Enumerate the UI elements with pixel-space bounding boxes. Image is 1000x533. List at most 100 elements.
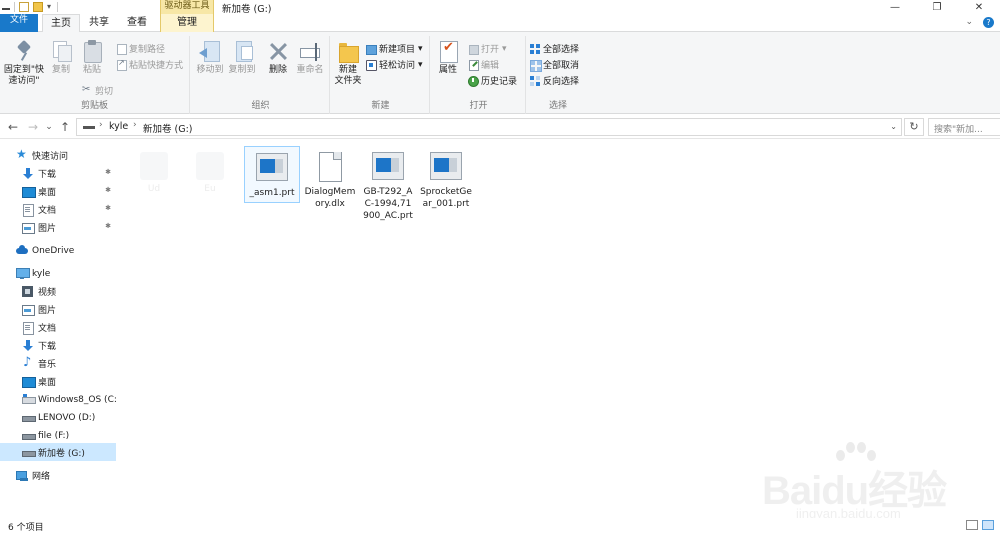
expand-ribbon-icon[interactable]: ⌄ — [965, 17, 973, 28]
forward-button[interactable]: → — [26, 119, 40, 135]
contextual-tab-group: 驱动器工具 — [160, 0, 214, 14]
nav-network[interactable]: 网络 — [0, 467, 116, 484]
search-input[interactable]: 搜索"新加... — [928, 118, 1000, 136]
breadcrumb-drive[interactable]: 新加卷 (G:) — [143, 121, 193, 135]
nav-documents[interactable]: 文档 — [0, 319, 116, 336]
nav-drive-c[interactable]: Windows8_OS (C:) — [0, 391, 120, 408]
easy-access-label: 轻松访问 — [379, 61, 416, 71]
drive-icon — [83, 126, 95, 129]
details-view-icon[interactable] — [966, 520, 978, 530]
up-button[interactable]: ↑ — [58, 119, 72, 135]
customize-toolbar-icon[interactable]: ▾ — [47, 2, 53, 12]
back-button[interactable]: ← — [6, 119, 20, 135]
pictures-icon — [22, 304, 35, 316]
paste-button[interactable]: 粘贴 — [78, 38, 106, 76]
nav-drive-f[interactable]: file (F:) — [0, 427, 116, 444]
history-button[interactable]: 历史记录 — [468, 74, 517, 87]
pin-to-quick-access-button[interactable]: 固定到"快速访问" — [2, 38, 46, 87]
select-none-button[interactable]: 全部取消 — [530, 58, 579, 72]
prt-file-icon — [256, 153, 288, 183]
file-item[interactable]: _asm1.prt — [244, 146, 300, 203]
nav-drive-d[interactable]: LENOVO (D:) — [0, 409, 116, 426]
tab-home[interactable]: 主页 — [42, 14, 80, 33]
nav-quick-desktop[interactable]: 桌面 ✱ — [0, 183, 116, 200]
pin-icon[interactable]: ✱ — [105, 222, 111, 230]
breadcrumb-separator: › — [99, 120, 103, 130]
tab-share[interactable]: 共享 — [82, 14, 116, 32]
copy-path-button[interactable]: 复制路径 — [116, 42, 165, 55]
nav-quick-pictures[interactable]: 图片 ✱ — [0, 219, 116, 236]
pin-icon[interactable]: ✱ — [105, 186, 111, 194]
nav-music[interactable]: 音乐 — [0, 355, 116, 372]
edit-button[interactable]: 编辑 — [468, 58, 499, 71]
pin-icon[interactable]: ✱ — [105, 204, 111, 212]
file-item[interactable]: SprocketGear_001.prt — [418, 146, 474, 213]
file-item[interactable]: GB-T292_AC-1994,71900_AC.prt — [360, 146, 416, 225]
refresh-button[interactable]: ↻ — [904, 118, 924, 136]
help-icon[interactable]: ? — [983, 17, 994, 28]
invert-selection-button[interactable]: 反向选择 — [530, 74, 579, 87]
open-button[interactable]: 打开 ▾ — [468, 42, 507, 55]
onedrive-cloud-icon — [16, 245, 28, 256]
organize-group: 移动到 复制到 删除 重命名 组织 — [192, 36, 330, 114]
new-item-button[interactable]: 新建项目 ▾ — [366, 42, 423, 55]
new-folder-button[interactable]: 新建 文件夹 — [334, 38, 362, 87]
address-bar[interactable]: › kyle › 新加卷 (G:) ⌄ — [76, 118, 902, 136]
breadcrumb-user[interactable]: kyle — [109, 121, 128, 132]
ribbon-tabs: 文件 主页 共享 查看 管理 ⌄ ? — [0, 14, 1000, 33]
open-group: 属性 打开 ▾ 编辑 历史记录 打开 — [432, 36, 526, 114]
select-all-button[interactable]: 全部选择 — [530, 42, 579, 55]
music-icon — [22, 355, 34, 370]
nav-pictures[interactable]: 图片 — [0, 301, 116, 318]
nav-desktop[interactable]: 桌面 — [0, 373, 116, 390]
pin-icon — [13, 40, 35, 62]
close-button[interactable]: ✕ — [958, 0, 1000, 14]
paste-icon — [81, 40, 103, 63]
star-icon — [16, 147, 28, 161]
recent-locations-button[interactable]: ⌄ — [42, 119, 56, 135]
invert-selection-icon — [530, 75, 540, 86]
minimize-button[interactable]: — — [874, 0, 916, 14]
maximize-button[interactable]: ❐ — [916, 0, 958, 14]
clipboard-group: 固定到"快速访问" 复制 粘贴 复制路径 粘贴快捷方式 剪切 剪贴板 — [0, 36, 190, 114]
nav-this-pc[interactable]: kyle — [0, 265, 116, 282]
new-folder-quick-icon[interactable] — [33, 2, 43, 12]
move-to-button[interactable]: 移动到 — [194, 38, 226, 76]
nav-quick-access[interactable]: 快速访问 — [0, 147, 116, 164]
copy-to-button[interactable]: 复制到 — [226, 38, 258, 76]
properties-button[interactable]: 属性 — [434, 38, 462, 76]
select-all-icon — [530, 43, 540, 54]
nav-drive-g[interactable]: 新加卷 (G:) — [0, 443, 116, 461]
nav-videos[interactable]: 视频 — [0, 283, 116, 300]
edit-icon — [468, 59, 479, 71]
quick-access-toolbar: ▾ — [2, 1, 58, 13]
tab-manage[interactable]: 管理 — [160, 14, 214, 32]
file-item[interactable]: DialogMemory.dlx — [302, 146, 358, 213]
copy-button[interactable]: 复制 — [48, 38, 74, 76]
pin-icon[interactable]: ✱ — [105, 168, 111, 176]
nav-onedrive[interactable]: OneDrive — [0, 242, 116, 259]
nav-quick-documents[interactable]: 文档 ✱ — [0, 201, 116, 218]
nav-downloads[interactable]: 下载 — [0, 337, 116, 354]
open-icon — [468, 44, 479, 55]
tab-view[interactable]: 查看 — [120, 14, 154, 32]
delete-button[interactable]: 删除 — [264, 38, 292, 76]
address-history-dropdown[interactable]: ⌄ — [890, 122, 897, 131]
history-label: 历史记录 — [481, 77, 518, 87]
nav-quick-downloads[interactable]: 下载 ✱ — [0, 165, 116, 182]
easy-access-icon — [366, 59, 377, 71]
rename-button[interactable]: 重命名 — [294, 38, 326, 76]
item-count: 6 个项目 — [8, 523, 44, 533]
system-menu-icon[interactable] — [2, 8, 10, 10]
ghost-file-icon — [140, 152, 168, 180]
nav-label: kyle — [32, 268, 51, 279]
paste-shortcut-button[interactable]: 粘贴快捷方式 — [116, 58, 183, 71]
tab-file[interactable]: 文件 — [0, 14, 38, 32]
cut-button[interactable]: 剪切 — [82, 84, 113, 98]
easy-access-button[interactable]: 轻松访问 ▾ — [366, 58, 423, 71]
nav-label: 下载 — [38, 170, 57, 180]
large-icons-view-icon[interactable] — [982, 520, 994, 530]
prt-file-icon — [430, 152, 462, 182]
documents-icon — [22, 204, 34, 217]
properties-quick-icon[interactable] — [19, 2, 29, 12]
